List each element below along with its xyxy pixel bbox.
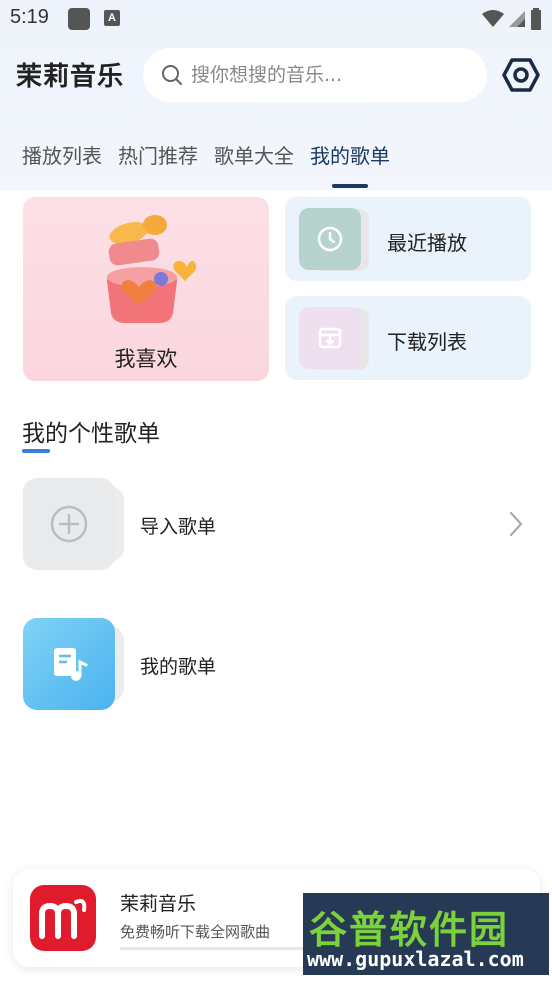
search-bar[interactable] <box>143 48 487 102</box>
battery-icon <box>531 8 541 30</box>
my-playlist-thumb <box>23 618 115 710</box>
download-box-icon <box>318 327 342 349</box>
import-playlist-row[interactable]: 导入歌单 <box>0 478 552 570</box>
my-playlist-row[interactable]: 我的歌单 <box>0 618 552 710</box>
tab-hot-recommend[interactable]: 热门推荐 <box>118 140 198 169</box>
download-list-label: 下载列表 <box>387 330 467 354</box>
settings-button[interactable] <box>502 56 540 94</box>
status-time: 5:19 <box>10 6 49 28</box>
wifi-icon <box>482 10 504 27</box>
favorites-label: 我喜欢 <box>114 347 178 371</box>
notification-letter-icon: A <box>104 10 120 26</box>
search-icon <box>162 65 182 85</box>
tab-my-playlists[interactable]: 我的歌单 <box>310 140 390 188</box>
download-list-card[interactable]: 下载列表 <box>285 296 531 380</box>
favorites-card[interactable]: 我喜欢 <box>23 197 269 381</box>
site-watermark: 谷普软件园 www.gupuxlazal.com <box>303 893 549 975</box>
settings-hexagon-icon <box>502 58 540 92</box>
tab-playlist-collection[interactable]: 歌单大全 <box>214 140 294 169</box>
watermark-url-text: www.gupuxlazal.com <box>307 947 524 971</box>
plus-circle-icon <box>50 505 88 543</box>
import-playlist-label: 导入歌单 <box>140 516 217 538</box>
banner-progress-track <box>120 947 320 950</box>
status-bar: 5:19 A <box>0 0 552 40</box>
download-thumb <box>299 307 361 369</box>
search-input[interactable] <box>191 64 471 86</box>
clock-icon <box>317 226 343 252</box>
section-underline <box>22 449 50 453</box>
recent-played-label: 最近播放 <box>387 231 467 255</box>
tab-playlist[interactable]: 播放列表 <box>22 140 102 169</box>
banner-subtitle: 免费畅听下载全网歌曲 <box>120 923 271 941</box>
recent-thumb <box>299 208 361 270</box>
m-logo-icon <box>39 899 87 939</box>
app-logo <box>30 885 96 951</box>
section-title: 我的个性歌单 <box>22 421 160 447</box>
chevron-right-icon[interactable] <box>508 511 524 537</box>
app-title: 茉莉音乐 <box>16 62 125 92</box>
my-playlist-label: 我的歌单 <box>140 656 217 678</box>
tab-bar: 播放列表 热门推荐 歌单大全 我的歌单 <box>22 140 390 188</box>
recent-played-card[interactable]: 最近播放 <box>285 197 531 281</box>
notification-app-icon <box>68 8 90 30</box>
music-note-doc-icon <box>54 648 88 681</box>
gift-box-hearts-icon <box>107 215 197 323</box>
watermark-main-text: 谷普软件园 <box>309 908 510 952</box>
banner-title: 茉莉音乐 <box>120 893 197 915</box>
import-playlist-thumb <box>23 478 115 570</box>
signal-icon <box>509 11 525 27</box>
